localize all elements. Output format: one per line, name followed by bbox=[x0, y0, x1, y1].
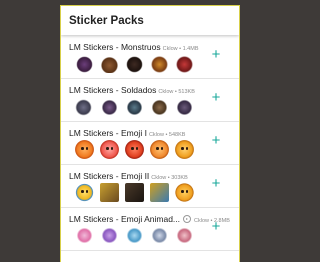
pack-name: LM Stickers - Emoji II bbox=[69, 171, 150, 181]
sticker-pack-list: LM Stickers - Monstruos Cklow • 1.4MB + … bbox=[61, 36, 239, 251]
sticker-preview bbox=[75, 226, 94, 245]
sticker-preview-strip bbox=[75, 54, 194, 73]
sticker-preview bbox=[125, 54, 144, 73]
sticker-pack-row[interactable]: LM Stickers - Emoji Animad... Cklow • 2.… bbox=[61, 208, 239, 251]
add-pack-button[interactable]: + bbox=[209, 47, 223, 62]
sticker-preview bbox=[75, 140, 94, 159]
sticker-preview bbox=[75, 183, 94, 202]
add-pack-button[interactable]: + bbox=[209, 133, 223, 148]
sticker-preview bbox=[100, 54, 119, 73]
pack-meta: Cklow • 548KB bbox=[148, 132, 186, 138]
sticker-preview bbox=[150, 97, 169, 116]
sticker-preview bbox=[150, 140, 169, 159]
sticker-preview bbox=[100, 140, 119, 159]
pack-meta: Cklow • 1.4MB bbox=[162, 46, 199, 52]
sticker-pack-row[interactable]: LM Stickers - Emoji I Cklow • 548KB + bbox=[61, 122, 239, 165]
pack-name: LM Stickers - Monstruos bbox=[69, 42, 161, 52]
sticker-preview bbox=[125, 226, 144, 245]
app-bar: Sticker Packs bbox=[61, 6, 239, 35]
sticker-preview bbox=[125, 97, 144, 116]
sticker-preview bbox=[75, 54, 94, 73]
animated-play-icon bbox=[183, 215, 192, 223]
sticker-preview bbox=[175, 140, 194, 159]
sticker-preview bbox=[100, 183, 119, 202]
sticker-preview bbox=[150, 226, 169, 245]
sticker-preview bbox=[175, 54, 194, 73]
sticker-preview bbox=[125, 183, 144, 202]
sticker-preview-strip bbox=[75, 183, 194, 202]
pack-meta: Cklow • 513KB bbox=[158, 89, 195, 95]
app-title: Sticker Packs bbox=[69, 14, 144, 27]
add-pack-button[interactable]: + bbox=[209, 176, 223, 191]
add-pack-button[interactable]: + bbox=[209, 219, 223, 234]
sticker-preview bbox=[150, 183, 169, 202]
sticker-pack-row[interactable]: LM Stickers - Monstruos Cklow • 1.4MB + bbox=[61, 36, 239, 79]
sticker-pack-row[interactable]: LM Stickers - Emoji II Cklow • 303KB + bbox=[61, 165, 239, 208]
sticker-preview bbox=[175, 97, 194, 116]
pack-name: LM Stickers - Emoji Animad... bbox=[69, 214, 181, 224]
sticker-preview bbox=[175, 183, 194, 202]
phone-screen: Sticker Packs LM Stickers - Monstruos Ck… bbox=[60, 5, 240, 262]
sticker-preview-strip bbox=[75, 226, 194, 245]
pack-name: LM Stickers - Emoji I bbox=[69, 128, 147, 138]
sticker-preview bbox=[100, 97, 119, 116]
pack-name: LM Stickers - Soldados bbox=[69, 85, 157, 95]
sticker-preview bbox=[75, 97, 94, 116]
sticker-preview bbox=[175, 226, 194, 245]
sticker-preview-strip bbox=[75, 97, 194, 116]
pack-meta: Cklow • 303KB bbox=[151, 175, 188, 181]
sticker-preview bbox=[100, 226, 119, 245]
sticker-preview-strip bbox=[75, 140, 194, 159]
sticker-preview bbox=[150, 54, 169, 73]
sticker-pack-row[interactable]: LM Stickers - Soldados Cklow • 513KB + bbox=[61, 79, 239, 122]
sticker-preview bbox=[125, 140, 144, 159]
add-pack-button[interactable]: + bbox=[209, 90, 223, 105]
